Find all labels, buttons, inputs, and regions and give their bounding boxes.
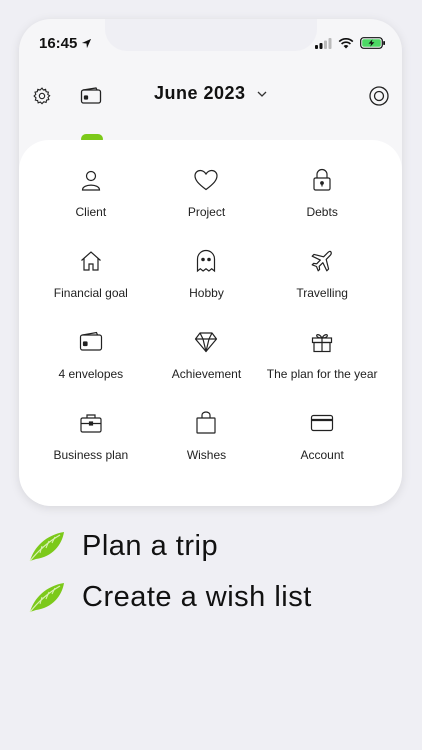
airplane-icon <box>311 250 333 272</box>
month-selector[interactable]: June 2023 <box>19 83 402 104</box>
heart-icon <box>194 169 219 191</box>
category-financial-goal[interactable]: Financial goal <box>33 247 149 328</box>
category-grid: Client Project Debts Financial goal Hobb… <box>33 166 380 490</box>
wallet-icon <box>79 331 102 351</box>
time-label: 16:45 <box>39 35 78 52</box>
category-label: Business plan <box>53 448 129 462</box>
home-icon <box>80 251 101 271</box>
battery-charging-icon <box>360 37 385 49</box>
category-business-plan[interactable]: Business plan <box>33 409 149 490</box>
briefcase-icon <box>80 414 102 433</box>
signal-icon <box>315 37 332 49</box>
category-project[interactable]: Project <box>149 166 265 247</box>
target-icon <box>369 86 389 106</box>
promo-text: Create a wish list <box>82 580 312 613</box>
category-debts[interactable]: Debts <box>264 166 380 247</box>
category-client[interactable]: Client <box>33 166 149 247</box>
ghost-icon <box>197 249 216 273</box>
credit-card-icon <box>311 414 334 432</box>
month-label: June 2023 <box>153 83 246 103</box>
categories-card: Client Project Debts Financial goal Hobb… <box>19 140 402 506</box>
category-label: Achievement <box>171 367 242 381</box>
promo-line-1: Plan a trip <box>28 529 408 563</box>
category-label: 4 envelopes <box>58 367 124 381</box>
gift-icon <box>312 334 333 353</box>
category-wishes[interactable]: Wishes <box>149 409 265 490</box>
location-arrow-icon <box>82 38 92 49</box>
notch <box>105 19 317 51</box>
category-label: Wishes <box>186 448 227 462</box>
status-bar-indicators <box>315 37 386 49</box>
promo-line-2: Create a wish list <box>28 580 408 614</box>
category-label: The plan for the year <box>266 367 378 381</box>
category-travelling[interactable]: Travelling <box>264 247 380 328</box>
category-label: Debts <box>306 205 338 219</box>
shopping-bag-icon <box>196 411 217 434</box>
lock-icon <box>313 168 331 191</box>
category-account[interactable]: Account <box>264 409 380 490</box>
category-label: Account <box>300 448 344 462</box>
category-label: Client <box>75 205 107 219</box>
category-achievement[interactable]: Achievement <box>149 328 265 409</box>
chevron-down-icon <box>257 91 267 98</box>
category-4-envelopes[interactable]: 4 envelopes <box>33 328 149 409</box>
category-label: Hobby <box>189 286 224 300</box>
diamond-icon <box>195 332 218 353</box>
target-button[interactable] <box>364 81 394 111</box>
toolbar: June 2023 <box>19 81 402 111</box>
category-label: Financial goal <box>53 286 128 300</box>
category-label: Travelling <box>296 286 348 300</box>
category-plan-for-the-year[interactable]: The plan for the year <box>264 328 380 409</box>
leaf-icon <box>29 532 64 562</box>
status-bar-time: 16:45 <box>39 35 92 52</box>
person-icon <box>81 170 100 191</box>
category-hobby[interactable]: Hobby <box>149 247 265 328</box>
phone-screen: 16:45 June 2023 Client Project Debts Fin… <box>19 19 402 506</box>
category-label: Project <box>187 205 226 219</box>
promo-text: Plan a trip <box>82 529 219 562</box>
leaf-icon <box>29 583 64 613</box>
wifi-icon <box>338 37 354 48</box>
